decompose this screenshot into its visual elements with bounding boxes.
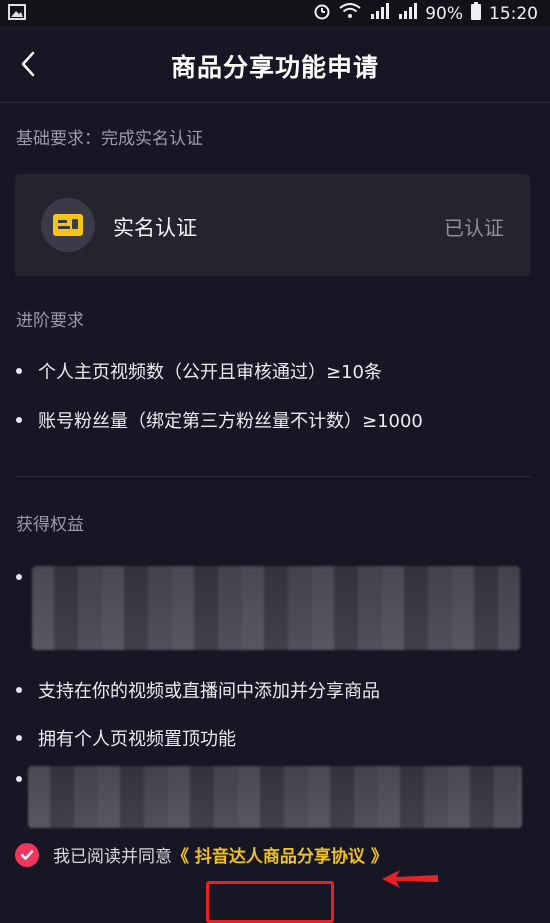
status-bar: 90% 15:20 — [0, 0, 550, 26]
id-card-icon — [41, 198, 95, 252]
gallery-icon — [8, 4, 26, 24]
bullet-icon — [16, 368, 22, 374]
benefit-pin-video: 拥有个人页视频置顶功能 — [38, 729, 236, 750]
list-item: 个人主页视频数（公开且审核通过）≥10条 — [16, 358, 382, 384]
signal-icon-2 — [397, 3, 418, 24]
list-item: 账号粉丝量（绑定第三方粉丝量不计数）≥1000 — [16, 407, 423, 433]
agreement-row: 我已阅读并同意 《 抖音达人商品分享协议 》 — [15, 842, 388, 867]
verified-status: 已认证 — [444, 216, 504, 240]
bullet-icon — [16, 687, 22, 693]
agreement-link[interactable]: 《 抖音达人商品分享协议 》 — [172, 842, 388, 867]
requirement-follower-count: 账号粉丝量（绑定第三方粉丝量不计数）≥1000 — [38, 411, 423, 432]
advanced-requirement-label: 进阶要求 — [16, 311, 84, 331]
page-title: 商品分享功能申请 — [170, 53, 379, 82]
bullet-icon — [16, 574, 22, 580]
agreement-prefix: 我已阅读并同意 — [53, 847, 172, 867]
real-name-label: 实名认证 — [113, 216, 197, 240]
bullet-icon — [16, 776, 22, 782]
real-name-card[interactable]: 实名认证 已认证 — [15, 174, 530, 276]
signal-icon — [369, 3, 390, 24]
list-item: 支持在你的视频或直播间中添加并分享商品 — [16, 677, 380, 703]
clock: 15:20 — [489, 3, 538, 24]
annotation-arrow-icon — [382, 868, 440, 894]
check-icon — [20, 849, 34, 860]
agreement-checkbox[interactable] — [15, 842, 39, 867]
annotation-highlight-box — [206, 881, 334, 923]
divider — [15, 476, 530, 477]
alarm-icon — [313, 2, 331, 25]
page-header: 商品分享功能申请 — [0, 26, 550, 103]
battery-percent: 90% — [425, 3, 463, 24]
requirement-video-count: 个人主页视频数（公开且审核通过）≥10条 — [38, 362, 382, 383]
redacted-benefit — [32, 566, 520, 650]
basic-requirement-label: 基础要求：完成实名认证 — [16, 129, 203, 149]
wifi-icon — [339, 3, 361, 24]
list-item: 拥有个人页视频置顶功能 — [16, 725, 236, 751]
bullet-icon — [16, 735, 22, 741]
benefits-label: 获得权益 — [16, 515, 84, 535]
redacted-benefit — [28, 766, 522, 828]
bullet-icon — [16, 417, 22, 423]
battery-icon — [471, 2, 481, 25]
benefit-add-products: 支持在你的视频或直播间中添加并分享商品 — [38, 681, 380, 702]
